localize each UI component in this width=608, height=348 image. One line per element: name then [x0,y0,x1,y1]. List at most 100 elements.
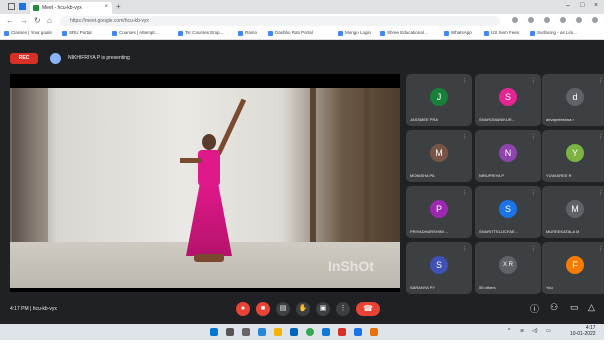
battery-icon[interactable]: ▭ [546,328,551,334]
participant-name: YUVASREE R [546,173,572,178]
end-call-button[interactable]: ☎ [356,302,380,316]
url-field[interactable]: https://meet.google.com/hcu-kb-vyx [60,16,500,26]
search-icon[interactable] [226,328,234,336]
meet-favicon-icon [33,5,39,11]
task-view-icon[interactable] [242,328,250,336]
mic-muted-icon: ⋮ [462,190,467,196]
tray-chevron-icon[interactable]: ^ [508,328,510,334]
reload-icon[interactable]: ↻ [34,16,41,25]
mic-muted-icon: ⋮ [462,246,467,252]
avatar: P [430,200,448,218]
bookmark-item[interactable]: Ramo [238,30,257,36]
participant-name: NIRUPRIYA P [479,173,505,178]
bookmark-item[interactable]: US Sem Fees [484,30,519,36]
avatar: J [430,88,448,106]
participant-name: SHARITTELIJCFAE... [479,229,518,234]
mic-muted-icon: ⋮ [598,246,603,252]
app-icon[interactable] [354,328,362,336]
presenter-label: NIKHIFRIYA P is presenting [68,55,130,61]
start-icon[interactable] [210,328,218,336]
bookmark-item[interactable]: Courses | Attempt... [112,30,158,36]
extensions-icon[interactable] [560,17,566,23]
participant-tile[interactable]: ⋮ M MUREEKATALA M [542,186,604,238]
mic-off-icon[interactable]: ● [236,302,250,316]
avatar: S [499,200,517,218]
participant-tile[interactable]: ⋮ S SHARITTELIJCFAE... [475,186,541,238]
bookmark-item[interactable]: Dashbo Rati Portal [268,30,313,36]
new-tab-button[interactable]: + [116,2,121,11]
present-icon[interactable]: ▣ [316,302,330,316]
participant-tile[interactable]: ⋮ N NIRUPRIYA P [475,130,541,182]
cast-icon[interactable] [512,17,518,23]
captions-icon[interactable]: ▤ [276,302,290,316]
file-explorer-icon[interactable] [274,328,282,336]
chat-icon[interactable]: ▭ [570,302,579,313]
activities-icon[interactable]: △ [588,302,595,313]
participant-tile[interactable]: ⋮ Y YUVASREE R [542,130,604,182]
bookmark-item[interactable]: WhatsApp [444,30,472,36]
store-icon[interactable] [290,328,298,336]
mic-muted-icon: ⋮ [531,246,536,252]
self-tile[interactable]: ⋮ F You [542,242,604,294]
mic-muted-icon: ⋮ [598,134,603,140]
volume-icon[interactable]: ◁) [532,328,538,334]
presentation-video[interactable]: InShOt [10,74,400,292]
people-icon[interactable]: ⚇ [550,302,558,313]
others-tile[interactable]: ⋮ X R 55 others [475,242,541,294]
avatar: Y [566,144,584,162]
bookmark-item[interactable]: Surfacing - as Lim... [530,30,577,36]
edge-icon[interactable] [322,328,330,336]
dancer-torso [198,150,220,186]
participant-name: MONISHA PA [410,173,435,178]
browser-tab[interactable]: Meet - hcu-kb-vyx × [30,2,112,14]
mic-muted-icon: ⋮ [531,78,536,84]
participant-tile[interactable]: ⋮ J JASSMEE PRA [406,74,472,126]
meeting-clock: 4:17 PM | hcu-kb-vyx [10,306,57,312]
participant-tile[interactable]: ⋮ S SARANYA PY [406,242,472,294]
participant-tile[interactable]: ⋮ M MONISHA PA [406,130,472,182]
bookmark-item[interactable]: SRU Portal [62,30,92,36]
wifi-icon[interactable]: ≋ [520,328,524,334]
minimize-icon[interactable]: – [566,2,570,9]
bookmark-star-icon[interactable] [544,17,550,23]
tray-clock[interactable]: 4:17 10-01-2022 [570,325,596,337]
menu-dots-icon[interactable] [592,17,598,23]
app-icon[interactable] [338,328,346,336]
bookmark-item[interactable]: Classes | Your goals [4,30,52,36]
participant-name: SARANYA PY [410,285,436,290]
home-icon[interactable]: ⌂ [47,16,52,25]
chrome-icon[interactable] [306,328,314,336]
bottom-margin [0,340,608,348]
participant-tile[interactable]: ⋮ d devapreeshna r [542,74,604,126]
bookmark-item[interactable]: Shree Educational ... [380,30,429,36]
avatar: d [566,88,584,106]
window-menu-icon[interactable] [8,3,15,10]
address-bar: ← → ↻ ⌂ https://meet.google.com/hcu-kb-v… [0,14,604,28]
avatar: S [430,256,448,274]
bookmark-item[interactable]: Tsr Courses Emp... [178,30,223,36]
close-tab-icon[interactable]: × [104,4,108,10]
video-watermark: InShOt [328,258,374,274]
forward-icon[interactable]: → [20,16,28,25]
more-options-icon[interactable]: ⋮ [336,302,350,316]
avatar: N [499,144,517,162]
close-window-icon[interactable]: × [594,2,598,9]
screen: Meet - hcu-kb-vyx × + – □ × ← → ↻ ⌂ http… [0,0,604,340]
app-icon[interactable] [370,328,378,336]
dancer-costume [186,184,232,256]
back-icon[interactable]: ← [6,16,14,25]
camera-off-icon[interactable]: ■ [256,302,270,316]
meet-header: REC NIKHIFRIYA P is presenting [0,40,604,73]
raise-hand-icon[interactable]: ✋ [296,302,310,316]
maximize-icon[interactable]: □ [580,2,584,9]
tab-grid-icon[interactable] [19,3,26,10]
profile-icon[interactable] [576,17,582,23]
info-icon[interactable]: ⓘ [530,302,539,315]
widgets-icon[interactable] [258,328,266,336]
participant-tile[interactable]: ⋮ P PRIYADHARSHINI ... [406,186,472,238]
share-icon[interactable] [528,17,534,23]
recording-badge: REC [10,53,38,64]
dancer [180,98,247,274]
participant-tile[interactable]: ⋮ S SHAROMANIKUR... [475,74,541,126]
bookmark-item[interactable]: Mongo Login [338,30,371,36]
